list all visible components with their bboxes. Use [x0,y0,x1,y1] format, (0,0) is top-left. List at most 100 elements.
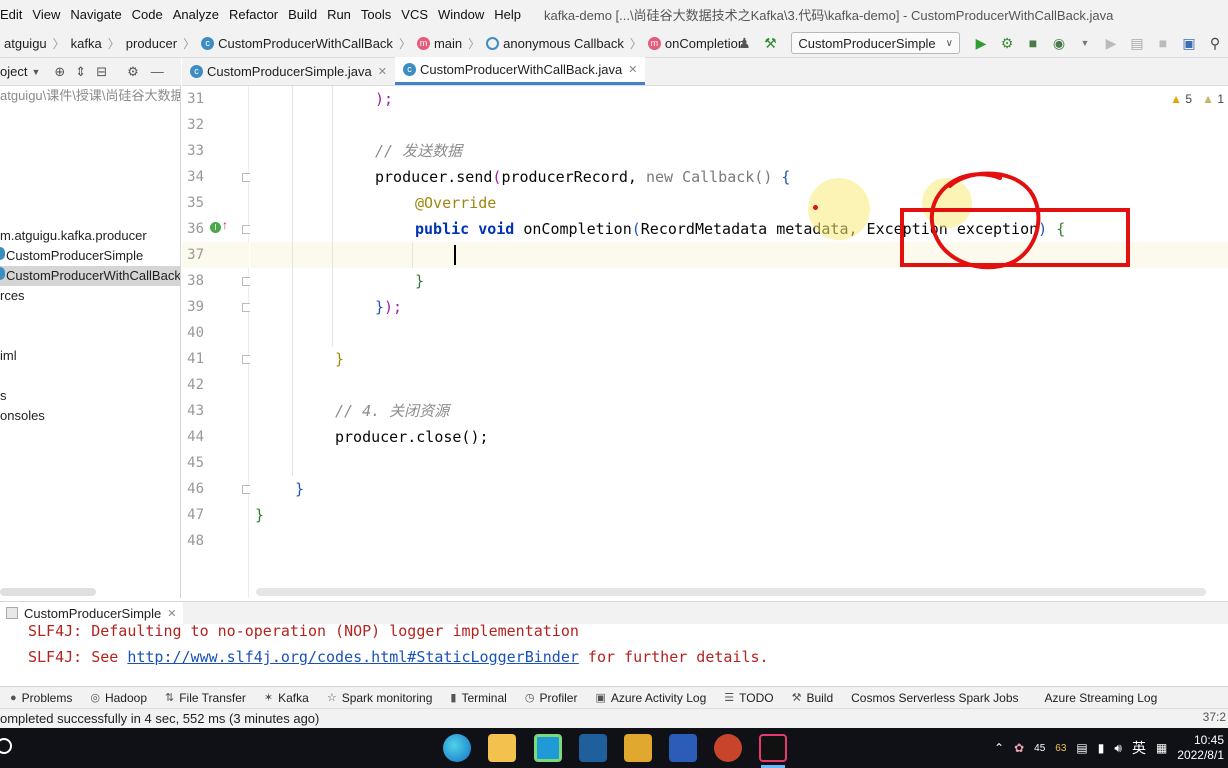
class-icon [0,267,5,280]
clock[interactable]: 10:45 2022/8/1 [1177,733,1224,763]
close-icon[interactable]: ✕ [628,63,637,76]
tool-spark-monitoring[interactable]: ☆ Spark monitoring [327,691,433,705]
breadcrumb-atguigu[interactable]: atguigu [0,36,51,51]
tab-customproducerwithcallback[interactable]: c CustomProducerWithCallBack.java ✕ [394,57,646,85]
spark-icon: ☆ [326,692,337,704]
profile-icon[interactable]: ◉ [1048,32,1070,54]
menu-refactor[interactable]: Refactor [224,7,283,22]
editor-gutter[interactable]: 31 32 33 34 35 36 37 38 39 40 41 42 43 4… [182,86,251,598]
tool-profiler[interactable]: ◷ Profiler [525,691,578,705]
menu-navigate[interactable]: Navigate [65,7,126,22]
menu-help[interactable]: Help [489,7,526,22]
tool-kafka[interactable]: ✶ Kafka [264,691,309,705]
keyboard-grid-icon[interactable]: ▦ [1156,741,1167,755]
expand-all-icon[interactable]: ⇕ [75,64,86,80]
menu-tools[interactable]: Tools [356,7,396,22]
run-config-select[interactable]: CustomProducerSimple ∨ [791,32,960,54]
breadcrumb-producer[interactable]: producer [122,36,181,51]
menu-vcs[interactable]: VCS [396,7,433,22]
tool-cosmos-spark-jobs[interactable]: Cosmos Serverless Spark Jobs [851,691,1018,705]
tool-problems[interactable]: ● Problems [10,691,72,705]
edge-browser-icon[interactable] [443,734,471,762]
tree-item-resources[interactable]: rces [0,286,25,306]
ime-indicator[interactable]: 英 [1132,738,1146,758]
more-run-icon[interactable]: ▼ [1074,32,1096,54]
horizontal-scrollbar[interactable] [256,588,1206,596]
chevron-down-icon[interactable]: ▼ [31,67,40,77]
code-token: ); [375,90,394,108]
project-structure-icon[interactable]: ▣ [1178,32,1200,54]
volume-icon[interactable]: 🔊︎ [1114,741,1122,756]
menu-edit[interactable]: Edit [0,7,27,22]
tool-hadoop[interactable]: ◎ Hadoop [90,691,147,705]
tool-build[interactable]: ⚒ Build [792,691,834,705]
run-icon[interactable]: ▶ [970,32,992,54]
menu-run[interactable]: Run [322,7,356,22]
locate-icon[interactable]: ⊕ [54,64,65,80]
tool-file-transfer[interactable]: ⇅ File Transfer [165,691,246,705]
inspection-widget[interactable]: ▲ 5 ▲ 1 [1170,92,1224,106]
search-icon[interactable] [0,738,12,754]
tab-customproducersimple[interactable]: c CustomProducerSimple.java ✕ [182,57,395,85]
breadcrumb-kafka[interactable]: kafka [67,36,106,51]
user-icon[interactable]: ♟ [733,32,755,54]
menu-build[interactable]: Build [283,7,322,22]
tool-todo[interactable]: ☰ TODO [724,691,773,705]
tree-item-iml[interactable]: iml [0,346,17,366]
tree-item-consoles[interactable]: onsoles [0,406,45,426]
tool-terminal[interactable]: ▮ Terminal [450,691,506,705]
tool-azure-activity-log[interactable]: ▣ Azure Activity Log [595,691,706,705]
build-hammer-icon[interactable]: ⚒ [759,32,781,54]
minimize-icon[interactable]: — [151,64,164,79]
tree-item-customproducersimple[interactable]: CustomProducerSimple [0,246,143,266]
breadcrumb-anonymous[interactable]: anonymous Callback [482,36,628,51]
search-icon[interactable]: ⚲ [1204,32,1226,54]
debug-icon[interactable]: ⚙ [996,32,1018,54]
console-link[interactable]: http://www.slf4j.org/codes.html#StaticLo… [127,648,579,666]
tray-app-icon[interactable]: ✿ [1014,741,1024,755]
intellij-icon[interactable] [759,734,787,762]
tool-azure-streaming-log[interactable]: Azure Streaming Log [1045,691,1158,705]
menu-window[interactable]: Window [433,7,489,22]
run-console[interactable]: SLF4J: Defaulting to no-operation (NOP) … [0,624,1228,686]
tree-item-customproducerwithcallback[interactable]: CustomProducerWithCallBack [0,266,180,286]
menu-view[interactable]: View [27,7,65,22]
powerpoint-icon[interactable] [714,734,742,762]
code-annotation: @Override [415,194,497,212]
menu-code[interactable]: Code [127,7,168,22]
run-tab[interactable]: CustomProducerSimple ✕ [0,601,183,625]
folder-icon[interactable] [624,734,652,762]
warning-count[interactable]: ▲ 5 [1170,92,1192,106]
file-explorer-icon[interactable] [488,734,516,762]
word-icon[interactable] [669,734,697,762]
run-disabled-icon[interactable]: ▶ [1100,32,1122,54]
implements-method-icon[interactable]: I [210,222,221,233]
stop-icon[interactable]: ■ [1152,32,1174,54]
collapse-all-icon[interactable]: ⊟ [96,64,107,80]
gear-icon[interactable]: ⚙ [127,64,139,80]
status-message[interactable]: ompleted successfully in 4 sec, 552 ms (… [0,711,319,726]
battery-icon[interactable]: ▮ [1098,741,1105,755]
tree-item-libraries[interactable]: s [0,386,7,406]
menu-analyze[interactable]: Analyze [168,7,224,22]
tree-item-package[interactable]: m.atguigu.kafka.producer [0,226,147,246]
code-token: } [375,298,385,316]
line-number: 38 [187,273,204,289]
caret-position[interactable]: 37:2 [1203,710,1226,724]
breadcrumb-main[interactable]: m main [413,36,466,51]
code-editor[interactable]: ); // 发送数据 producer.send(producerRecord,… [250,86,1228,598]
network-icon[interactable]: ▤ [1076,741,1087,755]
breadcrumb-class[interactable]: c CustomProducerWithCallBack [197,36,397,51]
close-icon[interactable]: ✕ [167,607,176,620]
attach-icon[interactable]: ▤ [1126,32,1148,54]
project-view-selector[interactable]: oject [0,64,27,79]
weak-warning-count[interactable]: ▲ 1 [1202,92,1224,106]
app-icon[interactable] [534,734,562,762]
tree-item-path[interactable]: atguigu\课件\授课\尚硅谷大数据 [0,86,180,106]
coverage-icon[interactable]: ■ [1022,32,1044,54]
chevron-up-icon[interactable]: ⌃ [994,741,1004,755]
code-comment: // 4. 关闭资源 [335,402,450,420]
close-icon[interactable]: ✕ [378,65,387,78]
horizontal-scrollbar[interactable] [0,588,96,596]
powershell-icon[interactable] [579,734,607,762]
